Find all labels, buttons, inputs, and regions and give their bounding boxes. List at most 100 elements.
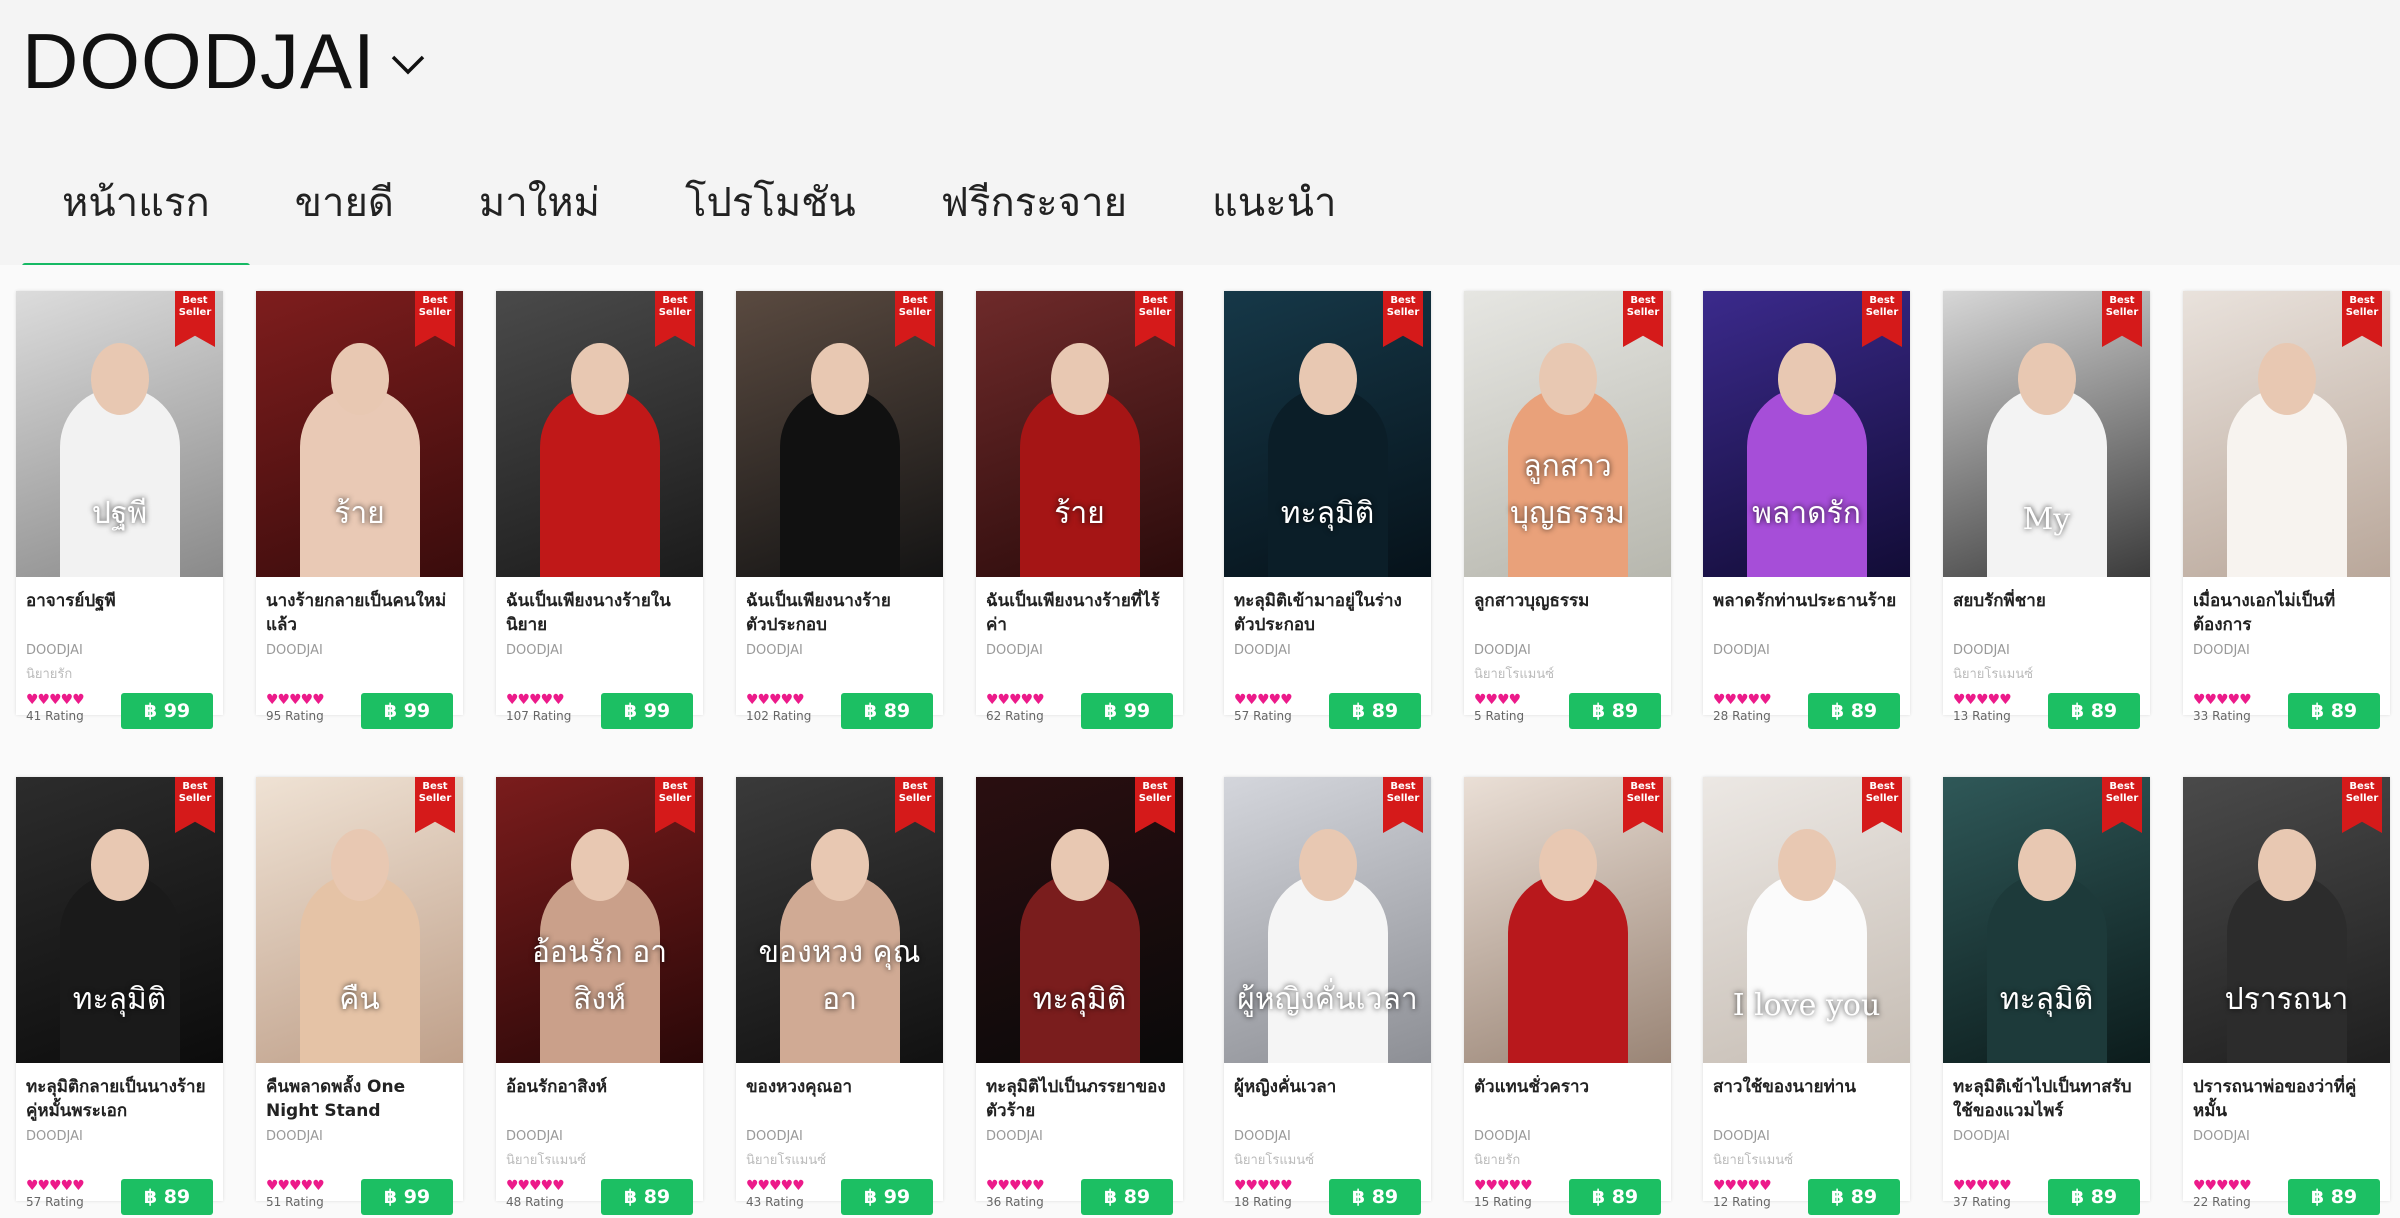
book-cover[interactable]: Best Seller: [2183, 291, 2390, 577]
book-author[interactable]: DOODJAI: [1713, 643, 1770, 658]
book-cover[interactable]: ปรารถนา Best Seller: [2183, 777, 2390, 1063]
book-author[interactable]: DOODJAI: [986, 1129, 1043, 1144]
book-cover[interactable]: ผู้หญิงคั่นเวลา Best Seller: [1224, 777, 1431, 1063]
book-author[interactable]: DOODJAI: [1234, 643, 1291, 658]
book-card[interactable]: Best Seller ฉันเป็นเพียงนางร้ายในนิยาย DOO…: [496, 291, 703, 729]
book-title[interactable]: คืนพลาดพลั้ง One Night Stand: [266, 1075, 456, 1123]
book-card[interactable]: ทะลุมิติ Best Seller ทะลุมิติกลายเป็นนางร้…: [16, 777, 223, 1215]
book-card[interactable]: I love you Best Seller สาวใช้ของนายท่าน DOO…: [1703, 777, 1910, 1215]
tab-2[interactable]: มาใหม่: [439, 168, 640, 265]
book-author[interactable]: DOODJAI: [506, 1129, 563, 1144]
book-card[interactable]: ทะลุมิติ Best Seller ทะลุมิติเข้ามาอยู่ในร…: [1224, 291, 1431, 729]
book-cover[interactable]: คืน Best Seller: [256, 777, 463, 1063]
buy-price-button[interactable]: ฿ 89: [2048, 1179, 2140, 1215]
book-title[interactable]: พลาดรักท่านประธานร้าย: [1713, 589, 1903, 613]
book-author[interactable]: DOODJAI: [1234, 1129, 1291, 1144]
buy-price-button[interactable]: ฿ 99: [361, 1179, 453, 1215]
book-author[interactable]: DOODJAI: [2193, 643, 2250, 658]
book-author[interactable]: DOODJAI: [746, 1129, 803, 1144]
buy-price-button[interactable]: ฿ 89: [1808, 1179, 1900, 1215]
book-title[interactable]: ลูกสาวบุญธรรม: [1474, 589, 1664, 613]
book-cover[interactable]: ลูกสาวบุญธรรม Best Seller: [1464, 291, 1671, 577]
book-cover[interactable]: ร้าย Best Seller: [976, 291, 1183, 577]
buy-price-button[interactable]: ฿ 89: [1569, 1179, 1661, 1215]
buy-price-button[interactable]: ฿ 89: [2288, 693, 2380, 729]
book-card[interactable]: ปรารถนา Best Seller ปรารถนาพ่อของว่าที่คู่…: [2183, 777, 2390, 1215]
book-cover[interactable]: ร้าย Best Seller: [256, 291, 463, 577]
book-title[interactable]: ปรารถนาพ่อของว่าที่คู่หมั้น: [2193, 1075, 2383, 1123]
book-cover[interactable]: Best Seller: [496, 291, 703, 577]
book-card[interactable]: พลาดรัก Best Seller พลาดรักท่านประธานร้าย D…: [1703, 291, 1910, 729]
book-cover[interactable]: I love you Best Seller: [1703, 777, 1910, 1063]
buy-price-button[interactable]: ฿ 89: [1081, 1179, 1173, 1215]
book-author[interactable]: DOODJAI: [1474, 1129, 1531, 1144]
book-card[interactable]: ร้าย Best Seller ฉันเป็นเพียงนางร้ายที่ไร้…: [976, 291, 1183, 729]
book-author[interactable]: DOODJAI: [2193, 1129, 2250, 1144]
book-title[interactable]: ผู้หญิงคั่นเวลา: [1234, 1075, 1424, 1099]
book-cover[interactable]: พลาดรัก Best Seller: [1703, 291, 1910, 577]
book-author[interactable]: DOODJAI: [746, 643, 803, 658]
book-title[interactable]: สยบรักพี่ชาย: [1953, 589, 2143, 613]
book-title[interactable]: เมื่อนางเอกไม่เป็นที่ต้องการ: [2193, 589, 2383, 637]
buy-price-button[interactable]: ฿ 89: [2288, 1179, 2380, 1215]
buy-price-button[interactable]: ฿ 89: [841, 693, 933, 729]
book-card[interactable]: ของหวง คุณอา Best Seller ของหวงคุณอา DOODJA…: [736, 777, 943, 1215]
book-card[interactable]: Best Seller ฉันเป็นเพียงนางร้ายตัวประกอบ D…: [736, 291, 943, 729]
book-cover[interactable]: ของหวง คุณอา Best Seller: [736, 777, 943, 1063]
book-card[interactable]: My Best Seller สยบรักพี่ชาย DOODJAI นิยายโรแ…: [1943, 291, 2150, 729]
book-cover[interactable]: Best Seller: [1464, 777, 1671, 1063]
book-title[interactable]: ฉันเป็นเพียงนางร้ายตัวประกอบ: [746, 589, 936, 637]
book-card[interactable]: ทะลุมิติ Best Seller ทะลุมิติเข้าไปเป็นทาส…: [1943, 777, 2150, 1215]
book-cover[interactable]: Best Seller: [736, 291, 943, 577]
book-card[interactable]: ผู้หญิงคั่นเวลา Best Seller ผู้หญิงคั่นเวล…: [1224, 777, 1431, 1215]
buy-price-button[interactable]: ฿ 89: [1808, 693, 1900, 729]
tab-5[interactable]: แนะนำ: [1172, 168, 1376, 265]
book-cover[interactable]: ทะลุมิติ Best Seller: [1943, 777, 2150, 1063]
book-title[interactable]: ของหวงคุณอา: [746, 1075, 936, 1099]
book-title[interactable]: ทะลุมิติไปเป็นภรรยาของตัวร้าย: [986, 1075, 1176, 1123]
book-title[interactable]: ทะลุมิติเข้าไปเป็นทาสรับใช้ของแวมไพร์: [1953, 1075, 2143, 1123]
book-author[interactable]: DOODJAI: [1953, 643, 2010, 658]
book-card[interactable]: Best Seller เมื่อนางเอกไม่เป็นที่ต้องการ D…: [2183, 291, 2390, 729]
tab-4[interactable]: ฟรีกระจาย: [901, 168, 1167, 265]
book-title[interactable]: ตัวแทนชั่วคราว: [1474, 1075, 1664, 1099]
book-author[interactable]: DOODJAI: [986, 643, 1043, 658]
book-author[interactable]: DOODJAI: [1713, 1129, 1770, 1144]
store-selector[interactable]: DOODJAI: [22, 22, 426, 100]
book-title[interactable]: อ้อนรักอาสิงห์: [506, 1075, 696, 1099]
book-author[interactable]: DOODJAI: [506, 643, 563, 658]
book-cover[interactable]: อ้อนรัก อาสิงห์ Best Seller: [496, 777, 703, 1063]
book-card[interactable]: ทะลุมิติ Best Seller ทะลุมิติไปเป็นภรรยาขอ…: [976, 777, 1183, 1215]
tab-0[interactable]: หน้าแรก: [22, 168, 250, 273]
buy-price-button[interactable]: ฿ 89: [1569, 693, 1661, 729]
book-title[interactable]: ฉันเป็นเพียงนางร้ายที่ไร้ค่า: [986, 589, 1176, 637]
tab-1[interactable]: ขายดี: [255, 168, 434, 265]
book-card[interactable]: คืน Best Seller คืนพลาดพลั้ง One Night Sta…: [256, 777, 463, 1215]
book-author[interactable]: DOODJAI: [26, 1129, 83, 1144]
book-cover[interactable]: ทะลุมิติ Best Seller: [976, 777, 1183, 1063]
buy-price-button[interactable]: ฿ 99: [601, 693, 693, 729]
book-card[interactable]: ปฐพี Best Seller อาจารย์ปฐพี DOODJAI นิยายรั…: [16, 291, 223, 729]
buy-price-button[interactable]: ฿ 89: [601, 1179, 693, 1215]
book-title[interactable]: ทะลุมิติกลายเป็นนางร้ายคู่หมั้นพระเอก: [26, 1075, 216, 1123]
book-cover[interactable]: ทะลุมิติ Best Seller: [1224, 291, 1431, 577]
buy-price-button[interactable]: ฿ 99: [121, 693, 213, 729]
book-author[interactable]: DOODJAI: [1474, 643, 1531, 658]
book-cover[interactable]: ทะลุมิติ Best Seller: [16, 777, 223, 1063]
book-title[interactable]: ทะลุมิติเข้ามาอยู่ในร่างตัวประกอบ: [1234, 589, 1424, 637]
book-title[interactable]: สาวใช้ของนายท่าน: [1713, 1075, 1903, 1099]
book-card[interactable]: ร้าย Best Seller นางร้ายกลายเป็นคนใหม่แล้ว…: [256, 291, 463, 729]
buy-price-button[interactable]: ฿ 89: [1329, 693, 1421, 729]
buy-price-button[interactable]: ฿ 89: [2048, 693, 2140, 729]
book-title[interactable]: อาจารย์ปฐพี: [26, 589, 216, 613]
book-author[interactable]: DOODJAI: [266, 1129, 323, 1144]
buy-price-button[interactable]: ฿ 99: [841, 1179, 933, 1215]
book-author[interactable]: DOODJAI: [266, 643, 323, 658]
book-card[interactable]: ลูกสาวบุญธรรม Best Seller ลูกสาวบุญธรรม DOO…: [1464, 291, 1671, 729]
book-card[interactable]: Best Seller ตัวแทนชั่วคราว DOODJAI นิยายรัก…: [1464, 777, 1671, 1215]
tab-3[interactable]: โปรโมชัน: [645, 168, 896, 265]
book-card[interactable]: อ้อนรัก อาสิงห์ Best Seller อ้อนรักอาสิงห์…: [496, 777, 703, 1215]
buy-price-button[interactable]: ฿ 99: [1081, 693, 1173, 729]
book-cover[interactable]: My Best Seller: [1943, 291, 2150, 577]
buy-price-button[interactable]: ฿ 89: [1329, 1179, 1421, 1215]
